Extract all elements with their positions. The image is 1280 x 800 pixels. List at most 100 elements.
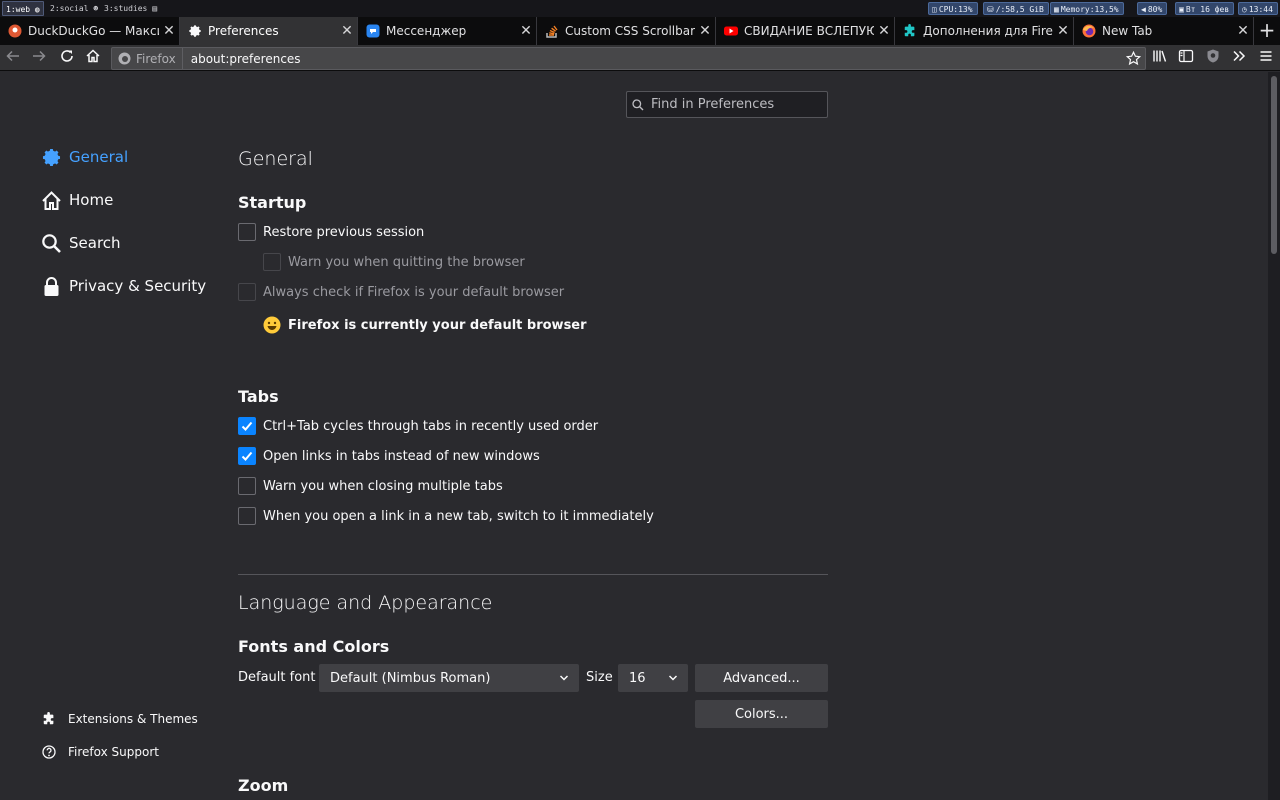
menu-button[interactable] [1255,48,1277,68]
close-icon[interactable]: ✕ [516,23,536,39]
disk-indicator: ⛁/:58,5 GiB [983,2,1049,15]
category-general[interactable]: General [40,144,128,170]
reload-button[interactable] [56,48,78,68]
warn-close-tabs-label: Warn you when closing multiple tabs [263,478,503,494]
workspace-1[interactable]: 1:web ◍ [2,1,44,16]
fonts-colors-heading: Fonts and Colors [238,637,390,656]
close-icon[interactable]: ✕ [874,23,894,39]
clock-indicator: ◷ 13:44 [1238,2,1278,15]
always-check-default-option[interactable]: Always check if Firefox is your default … [238,282,564,302]
close-icon[interactable]: ✕ [695,23,715,39]
privacy-badger-button[interactable] [1202,48,1224,68]
category-privacy[interactable]: Privacy & Security [40,273,206,299]
url-input[interactable] [182,50,1121,67]
switch-to-tab-checkbox[interactable] [238,507,256,525]
open-links-tabs-option[interactable]: Open links in tabs instead of new window… [238,446,540,466]
switch-to-tab-option[interactable]: When you open a link in a new tab, switc… [238,506,654,526]
tab-title: New Tab [1102,24,1153,38]
advanced-fonts-button[interactable]: Advanced... [695,664,828,692]
bookmark-star-icon[interactable] [1121,51,1145,66]
find-in-preferences-input[interactable] [649,96,819,113]
tab-youtube[interactable]: СВИДАНИЕ ВСЛЕПУЮ ✕ [716,17,895,45]
scrollbar-thumb[interactable] [1271,76,1277,254]
tab-new[interactable]: New Tab ✕ [1074,17,1254,45]
volume-indicator[interactable]: ◀ 80% [1137,2,1168,15]
warn-close-tabs-checkbox[interactable] [238,477,256,495]
font-size-select[interactable]: 16 [618,664,688,692]
page-title: General [238,148,313,170]
overflow-button[interactable] [1228,48,1250,68]
home-icon [40,189,62,211]
tab-title: Мессенджер [386,24,467,38]
warn-quit-option[interactable]: Warn you when quitting the browser [263,252,525,272]
tab-addons[interactable]: Дополнения для Firef ✕ [895,17,1074,45]
back-arrow-icon [5,48,21,68]
tab-duckduckgo[interactable]: DuckDuckGo — Макси ✕ [0,17,180,45]
tab-preferences[interactable]: Preferences ✕ [180,17,358,45]
workspace-1-label: 1:web [6,5,31,14]
restore-session-checkbox[interactable] [238,223,256,241]
colors-button[interactable]: Colors... [695,700,828,728]
duckduckgo-icon [8,24,22,38]
category-search[interactable]: Search [40,230,121,256]
new-tab-button[interactable]: + [1254,17,1280,45]
tab-messenger[interactable]: Мессенджер ✕ [358,17,537,45]
clock-icon: ◷ [1242,5,1247,14]
close-icon[interactable]: ✕ [337,23,357,39]
back-button[interactable] [2,48,24,68]
ctrl-tab-option[interactable]: Ctrl+Tab cycles through tabs in recently… [238,416,598,436]
warn-quit-checkbox[interactable] [263,253,281,271]
tab-title: DuckDuckGo — Макси [28,24,159,38]
shield-icon [1205,48,1221,68]
warn-close-tabs-option[interactable]: Warn you when closing multiple tabs [238,476,503,496]
category-label: Search [69,234,121,252]
workspace-3-label: 3:studies [104,4,148,13]
tab-title: Custom CSS Scrollbar f [565,24,695,38]
tab-title: Дополнения для Firef [923,24,1053,38]
help-icon [42,745,56,759]
time-value: 13:44 [1248,5,1273,14]
tab-title: Preferences [208,24,279,38]
forward-arrow-icon [31,48,47,68]
restore-session-option[interactable]: Restore previous session [238,222,424,242]
extensions-themes-link[interactable]: Extensions & Themes [42,710,198,728]
open-links-tabs-label: Open links in tabs instead of new window… [263,448,540,464]
font-size-value: 16 [629,670,646,686]
find-in-preferences-field[interactable] [626,91,828,118]
ctrl-tab-checkbox[interactable] [238,417,256,435]
memory-indicator: ▦ Memory:13,5% [1050,2,1124,15]
close-icon[interactable]: ✕ [159,23,179,39]
search-icon [40,232,62,254]
close-icon[interactable]: ✕ [1233,23,1253,39]
smile-icon [263,316,281,334]
workspace-3[interactable]: 3:studies ▤ [101,1,160,16]
firefox-support-link[interactable]: Firefox Support [42,743,159,761]
tab-title: СВИДАНИЕ ВСЛЕПУЮ [744,24,874,38]
cpu-icon: ◫ [932,5,937,14]
sidebar-button[interactable] [1175,48,1197,68]
workspace-2[interactable]: 2:social ☻ [47,1,101,16]
library-button[interactable] [1149,48,1171,68]
open-links-tabs-checkbox[interactable] [238,447,256,465]
category-label: Privacy & Security [69,277,207,295]
home-button[interactable] [82,48,104,68]
url-bar[interactable]: Firefox [111,47,1146,70]
double-chevron-icon [1231,48,1247,68]
book-icon: ▤ [152,4,158,13]
cpu-value: CPU:13% [938,5,973,14]
default-font-select[interactable]: Default (Nimbus Roman) [319,664,579,692]
site-identity[interactable]: Firefox [112,48,183,69]
always-check-default-checkbox[interactable] [238,283,256,301]
tab-stackoverflow[interactable]: Custom CSS Scrollbar f ✕ [537,17,716,45]
forward-button[interactable] [28,48,50,68]
category-home[interactable]: Home [40,187,113,213]
sidebar-icon [1178,48,1194,68]
gear-icon [40,146,62,168]
extensions-themes-label: Extensions & Themes [68,712,198,726]
tab-strip: DuckDuckGo — Макси ✕ Preferences ✕ Мессе… [0,17,1280,45]
gear-icon [188,24,202,38]
chevron-down-icon [559,664,569,692]
restore-session-label: Restore previous session [263,224,425,240]
volume-value: 80% [1147,5,1163,14]
close-icon[interactable]: ✕ [1053,23,1073,39]
